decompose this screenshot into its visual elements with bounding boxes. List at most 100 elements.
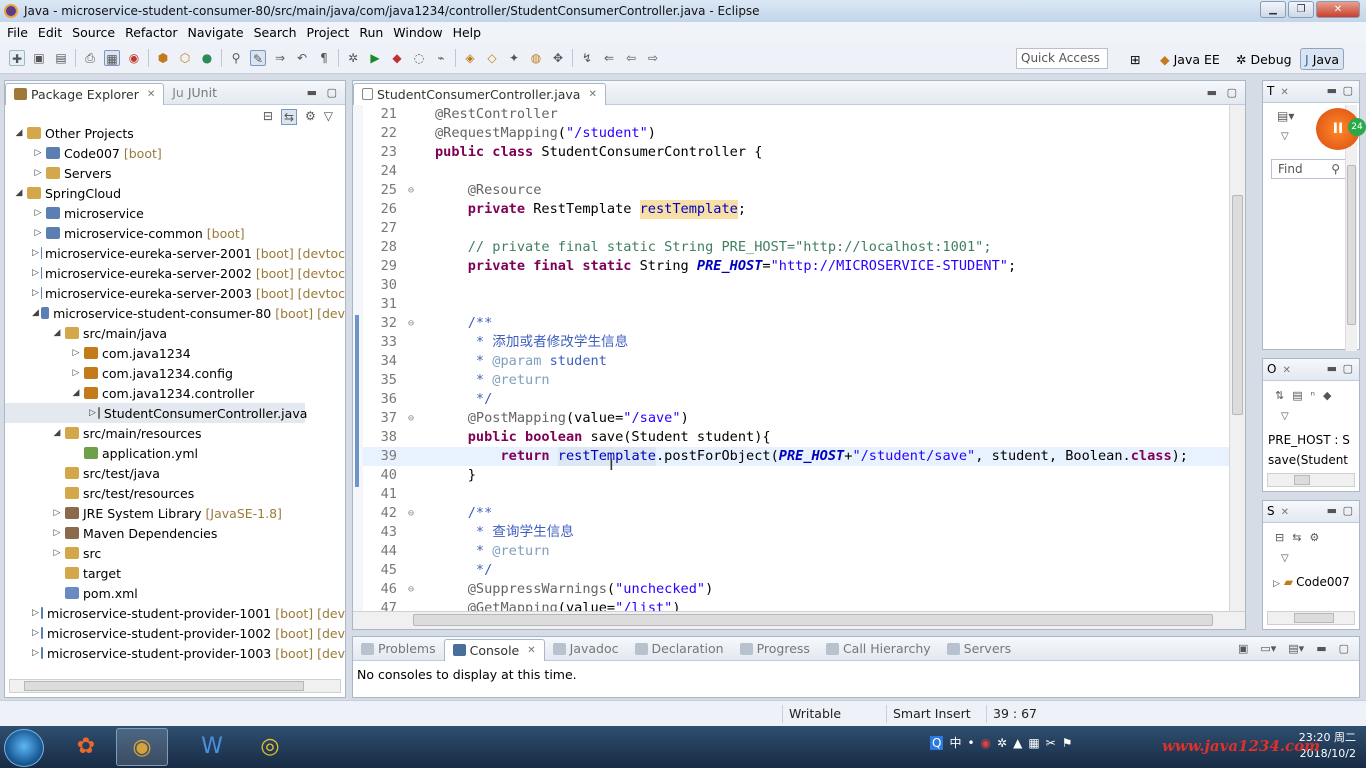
tree-node[interactable]: ▷ microservice-common [boot] [5, 223, 345, 243]
tree-node[interactable]: ▷ Code007 [boot] [5, 143, 345, 163]
fold-icon[interactable]: ⊖ [408, 504, 414, 523]
fold-icon[interactable]: ⊖ [408, 181, 414, 200]
maximize-view-icon[interactable]: ▢ [327, 86, 337, 99]
minimize-view-icon[interactable]: ▬ [307, 86, 317, 99]
run-icon[interactable]: ▶ [367, 50, 383, 66]
menu-search[interactable]: Search [254, 25, 297, 40]
code-line[interactable]: 33 * 添加或者修改学生信息 [363, 333, 1229, 352]
open-type-icon[interactable]: ⚲ [228, 50, 244, 66]
code-line[interactable]: 28 // private final static String PRE_HO… [363, 238, 1229, 257]
expand-toggle-icon[interactable]: ▷ [32, 268, 39, 278]
code-line[interactable]: 46 ⊖ @SuppressWarnings("unchecked") [363, 580, 1229, 599]
tree-node[interactable]: ▷ Servers [5, 163, 345, 183]
tree-node[interactable]: ▷ src [5, 543, 345, 563]
expand-toggle-icon[interactable]: ◢ [70, 388, 82, 398]
expand-toggle-icon[interactable]: ▷ [70, 368, 82, 378]
tab-javadoc[interactable]: Javadoc [545, 638, 627, 660]
tab-progress[interactable]: Progress [732, 638, 818, 660]
language-indicator[interactable]: 中 [949, 734, 961, 751]
tree-node[interactable]: ◢ microservice-student-consumer-80 [boot] … [5, 303, 345, 323]
tree-node[interactable]: ▷ com.java1234.config [5, 363, 345, 383]
debug-icon[interactable]: ✲ [345, 50, 361, 66]
outline-item-prehost[interactable]: PRE_HOST : S [1268, 433, 1350, 447]
nav-forward-icon[interactable]: ⇨ [645, 50, 661, 66]
console-minimize-icon[interactable]: ▬ [1316, 642, 1326, 655]
sort-icon[interactable]: ⇅ [1275, 389, 1284, 402]
menu-help[interactable]: Help [453, 25, 482, 40]
expand-toggle-icon[interactable]: ◢ [32, 308, 39, 318]
tree-node[interactable]: ◢ SpringCloud [5, 183, 345, 203]
expand-toggle-icon[interactable]: ▷ [32, 648, 39, 658]
task-view-menu-icon[interactable]: ▽ [1281, 131, 1289, 142]
settings-tray-icon[interactable]: ✲ [997, 736, 1007, 750]
code-line[interactable]: 36 */ [363, 390, 1229, 409]
expand-toggle-icon[interactable]: ▷ [89, 408, 96, 418]
expand-toggle-icon[interactable]: ▷ [32, 288, 39, 298]
editor-hscroll[interactable] [353, 611, 1245, 629]
tab-declaration[interactable]: Declaration [627, 638, 732, 660]
tree-node[interactable]: ◢ com.java1234.controller [5, 383, 345, 403]
perspective-java[interactable]: J Java [1300, 48, 1345, 70]
perspective-java-ee[interactable]: ◆ Java EE [1156, 48, 1224, 70]
input-method-icon[interactable]: Q [930, 735, 944, 750]
tree-node[interactable]: target [5, 563, 345, 583]
search-icon[interactable]: ✦ [506, 50, 522, 66]
code-line[interactable]: 42 ⊖ /** [363, 504, 1229, 523]
tree-node[interactable]: ▷ microservice-eureka-server-2001 [boot] [… [5, 243, 345, 263]
menu-file[interactable]: File [7, 25, 28, 40]
cut-icon[interactable]: ✂ [1046, 736, 1056, 750]
hide-static-icon[interactable]: ⁿ [1311, 389, 1315, 402]
tree-node[interactable]: ◢ Other Projects [5, 123, 345, 143]
maximize-button[interactable]: ❐ [1288, 1, 1314, 18]
code-line[interactable]: 44 * @return [363, 542, 1229, 561]
menu-edit[interactable]: Edit [38, 25, 62, 40]
tab-junit[interactable]: Ju JUnit [164, 82, 225, 104]
hide-nonpublic-icon[interactable]: ◆ [1323, 389, 1331, 402]
network-icon[interactable]: ▦ [1028, 736, 1039, 750]
close-tab-icon[interactable]: ✕ [527, 645, 535, 656]
tree-node[interactable]: ▷ StudentConsumerController.java [5, 403, 307, 423]
tree-node[interactable]: ▷ microservice [5, 203, 345, 223]
save-all-icon[interactable]: ▤ [53, 50, 69, 66]
taskbar-app-icon[interactable]: ✿ [60, 728, 112, 766]
expand-toggle-icon[interactable]: ▷ [51, 528, 63, 538]
package-icon[interactable]: ⬢ [155, 50, 171, 66]
tree-node[interactable]: ▷ Maven Dependencies [5, 523, 345, 543]
editor-maximize-icon[interactable]: ▢ [1227, 86, 1237, 99]
code-line[interactable]: 25 ⊖ @Resource [363, 181, 1229, 200]
perspective-debug[interactable]: ✲ Debug [1232, 48, 1296, 70]
tree-node[interactable]: ▷ microservice-eureka-server-2002 [boot] [… [5, 263, 345, 283]
class-icon[interactable]: ⬡ [177, 50, 193, 66]
collapse-icon[interactable]: ⊟ [1275, 531, 1284, 544]
code-line[interactable]: 40 } [363, 466, 1229, 485]
expand-toggle-icon[interactable]: ▷ [32, 228, 44, 238]
code-line[interactable]: 31 [363, 295, 1229, 314]
code-line[interactable]: 45 */ [363, 561, 1229, 580]
expand-toggle-icon[interactable]: ▷ [70, 348, 82, 358]
back-icon[interactable]: ¶ [316, 50, 332, 66]
prev-icon[interactable]: ⇐ [601, 50, 617, 66]
antivirus-icon[interactable]: ◉ [981, 736, 991, 750]
expand-toggle-icon[interactable]: ◢ [13, 188, 25, 198]
server-icon[interactable]: ⌁ [433, 50, 449, 66]
code-line[interactable]: 34 * @param student [363, 352, 1229, 371]
menu-refactor[interactable]: Refactor [125, 25, 177, 40]
servers-item-code007[interactable]: ▷ ▰ Code007 [1273, 575, 1350, 589]
open-perspective-button[interactable]: ⊞ [1126, 48, 1144, 70]
tree-node[interactable]: src/test/java [5, 463, 345, 483]
tree-node[interactable]: ◢ src/main/java [5, 323, 345, 343]
code-line[interactable]: 23 public class StudentConsumerController… [363, 143, 1229, 162]
code-line[interactable]: 47 @GetMapping (value= "/list") [363, 599, 1229, 611]
toggle-block-icon[interactable]: ▦ [104, 49, 120, 66]
minimize-button[interactable]: ▁ [1260, 1, 1286, 18]
expand-toggle-icon[interactable]: ▷ [51, 508, 63, 518]
expand-toggle-icon[interactable]: ▷ [32, 248, 39, 258]
tree-node[interactable]: pom.xml [5, 583, 345, 603]
open-task-icon[interactable]: ◍ [528, 50, 544, 66]
display-console-icon[interactable]: ▭▾ [1260, 642, 1276, 655]
tab-call-hierarchy[interactable]: Call Hierarchy [818, 638, 939, 660]
tab-package-explorer[interactable]: Package Explorer ✕ [5, 82, 165, 105]
fold-icon[interactable]: ⊖ [408, 580, 414, 599]
notification-icon[interactable]: ▲ [1013, 736, 1022, 750]
tree-node[interactable]: ▷ microservice-student-provider-1003 [boot… [5, 643, 345, 663]
